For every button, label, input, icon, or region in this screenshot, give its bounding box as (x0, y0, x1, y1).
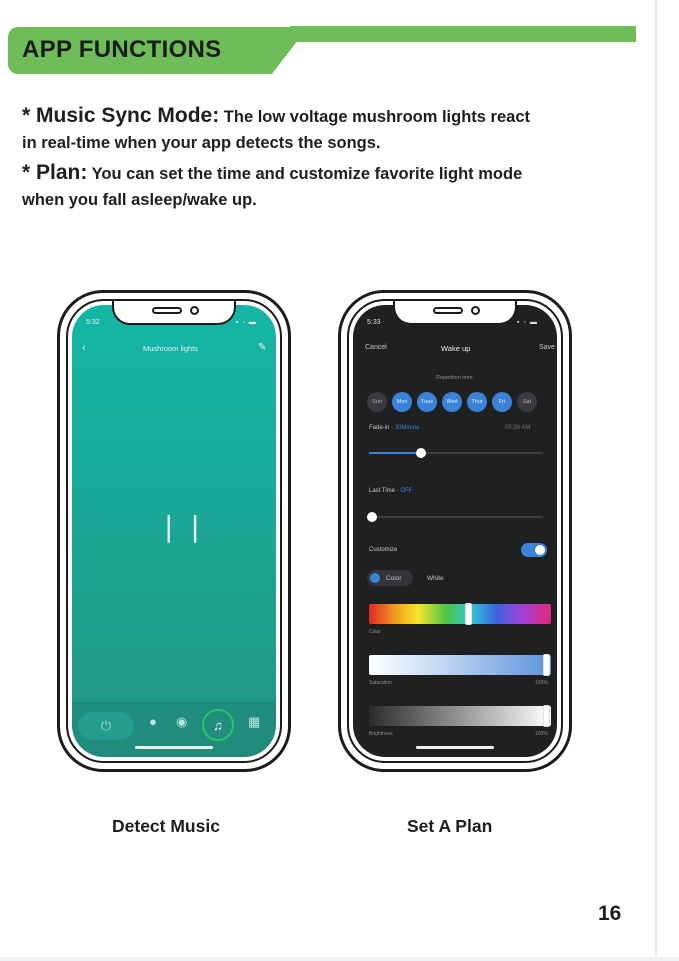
back-chevron-icon[interactable]: ‹ (82, 342, 86, 354)
music-sync-paragraph: * Music Sync Mode: The low voltage mushr… (22, 103, 530, 156)
caption-detect-music: Detect Music (112, 816, 220, 836)
music-icon[interactable]: ♫ (202, 709, 234, 741)
color-chip-dot (370, 573, 380, 583)
page-title: APP FUNCTIONS (22, 36, 222, 63)
color-chip[interactable]: Color (367, 570, 413, 586)
color-label: Color (369, 629, 381, 635)
plan-line2: when you fall asleep/wake up. (22, 191, 257, 209)
save-button[interactable]: Save (539, 344, 555, 351)
plan-key: * Plan: (22, 161, 88, 184)
fade-in-label: Fade-in (369, 425, 390, 431)
bulb-icon[interactable]: ● (149, 714, 157, 729)
music-screen: 5:32 ▪ ◦ ▬ ‹ Mushroom lights ✎ | | ⏻ ● ◉… (72, 305, 276, 757)
last-time-row: Last Time · OFF (369, 488, 413, 494)
phone-music-mockup: 5:32 ▪ ◦ ▬ ‹ Mushroom lights ✎ | | ⏻ ● ◉… (57, 290, 291, 772)
brightness-value: 100% (535, 731, 548, 737)
customize-label: Customize (369, 547, 398, 553)
day-thur[interactable]: Thur (467, 392, 487, 412)
page-bottom-edge (0, 957, 679, 961)
day-mon[interactable]: Mon (392, 392, 412, 412)
music-sync-key: * Music Sync Mode: (22, 104, 220, 127)
pause-icon[interactable]: | | (164, 510, 204, 543)
brightness-handle[interactable] (543, 705, 550, 727)
status-time: 5:33 (367, 319, 381, 326)
plan-screen: 5:33 ▪ ◦ ▬ Cancel Wake up Save Repetitio… (353, 305, 557, 757)
repetition-label: Repetition time (436, 375, 473, 381)
day-sat[interactable]: Sat (517, 392, 537, 412)
music-sync-line1: The low voltage mushroom lights react (219, 108, 531, 126)
fade-in-fill (369, 452, 421, 454)
page-number: 16 (598, 902, 622, 925)
phone-notch (112, 301, 236, 325)
plan-paragraph: * Plan: You can set the time and customi… (22, 160, 522, 213)
day-wed[interactable]: Wed (442, 392, 462, 412)
phone-plan-bezel: 5:33 ▪ ◦ ▬ Cancel Wake up Save Repetitio… (347, 299, 563, 763)
caption-set-a-plan: Set A Plan (407, 816, 493, 836)
phone-music-bezel: 5:32 ▪ ◦ ▬ ‹ Mushroom lights ✎ | | ⏻ ● ◉… (66, 299, 282, 763)
brightness-label: Brightness (369, 731, 393, 737)
power-icon[interactable]: ⏻ (78, 712, 134, 740)
status-time: 5:32 (86, 319, 100, 326)
phone-plan-mockup: 5:33 ▪ ◦ ▬ Cancel Wake up Save Repetitio… (338, 290, 572, 772)
phone-notch (393, 301, 517, 325)
saturation-value: 100% (535, 680, 548, 686)
fade-in-slider-knob[interactable] (416, 448, 426, 458)
edit-icon[interactable]: ✎ (258, 342, 266, 353)
palette-icon[interactable]: ◉ (176, 714, 187, 730)
brightness-bar[interactable] (369, 706, 551, 726)
page-edge (655, 0, 657, 961)
music-sync-line2: in real-time when your app detects the s… (22, 134, 381, 152)
day-fri[interactable]: Fri (492, 392, 512, 412)
last-time-slider-knob[interactable] (367, 512, 377, 522)
customize-toggle[interactable] (521, 543, 547, 557)
day-tues[interactable]: Tues (417, 392, 437, 412)
status-icons: ▪ ◦ ▬ (236, 319, 257, 326)
cancel-button[interactable]: Cancel (365, 344, 387, 351)
hue-bar[interactable] (369, 604, 551, 624)
day-sun[interactable]: Sun (367, 392, 387, 412)
color-chip-label: Color (386, 574, 402, 582)
home-indicator (416, 746, 494, 749)
saturation-handle[interactable] (543, 654, 550, 676)
status-icons: ▪ ◦ ▬ (517, 319, 538, 326)
last-time-track (369, 516, 543, 518)
home-indicator (135, 746, 213, 749)
fade-in-row: Fade-in · 30Minute (369, 425, 420, 431)
alarm-time: 05:30 AM (505, 425, 531, 431)
saturation-label: Saturation (369, 680, 392, 686)
header-rule (290, 26, 636, 42)
screen-title: Wake up (441, 344, 471, 353)
white-chip[interactable]: White (427, 570, 444, 586)
hue-handle[interactable] (465, 603, 472, 625)
app-title: Mushroom lights (143, 344, 199, 353)
grid-icon[interactable]: ▦ (248, 714, 260, 730)
saturation-bar[interactable] (369, 655, 551, 675)
last-time-value: OFF (400, 488, 413, 494)
plan-line1: You can set the time and customize favor… (87, 165, 523, 183)
fade-in-value: 30Minute (394, 425, 420, 431)
last-time-label: Last Time (369, 488, 396, 494)
